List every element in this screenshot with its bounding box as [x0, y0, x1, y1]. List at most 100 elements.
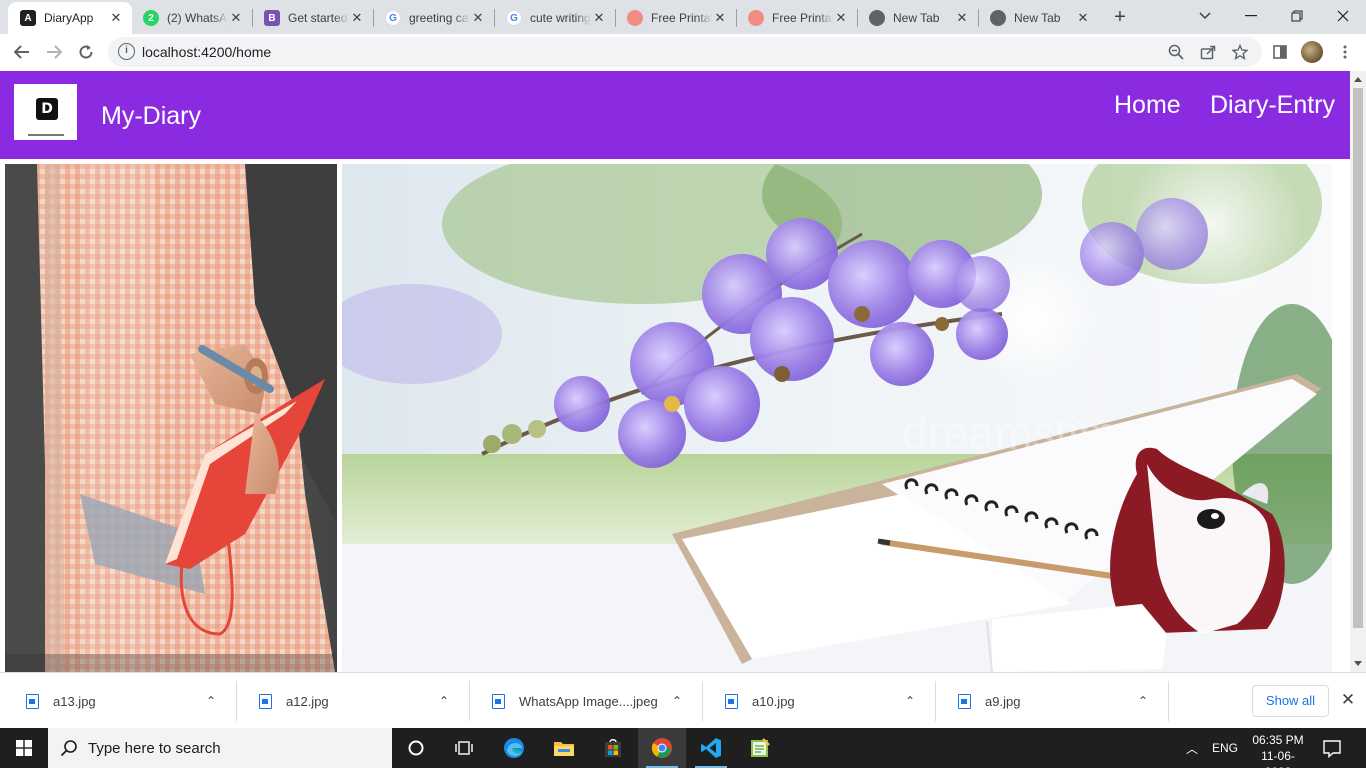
close-icon[interactable]: ✕: [1075, 10, 1091, 26]
reload-icon: [79, 45, 93, 59]
download-item[interactable]: a10.jpg ⌃: [703, 673, 936, 729]
bookmark-star-icon[interactable]: [1230, 42, 1250, 62]
google-icon: G: [506, 10, 522, 26]
input-language[interactable]: ENG: [1212, 741, 1238, 755]
taskbar-notepad-app[interactable]: [736, 728, 784, 768]
page-scrollbar[interactable]: [1350, 71, 1366, 672]
app-logo[interactable]: D: [14, 84, 77, 140]
tab-free-printable-2[interactable]: Free Printable ✕: [736, 2, 857, 34]
tab-get-started[interactable]: B Get started ✕: [252, 2, 373, 34]
restore-icon: [1291, 10, 1303, 22]
chevron-up-icon[interactable]: ⌃: [1133, 694, 1153, 708]
whatsapp-icon: 2: [143, 10, 159, 26]
start-button[interactable]: [0, 728, 48, 768]
chevron-up-icon[interactable]: ︿: [1186, 740, 1198, 757]
download-item[interactable]: WhatsApp Image....jpeg ⌃: [470, 673, 703, 729]
browser-tab-strip: A DiaryApp ✕ 2 (2) WhatsApp ✕ B Get star…: [0, 0, 1366, 34]
close-icon[interactable]: ✕: [954, 10, 970, 26]
image-file-icon: [492, 693, 505, 709]
tab-free-printable-1[interactable]: Free Printable ✕: [615, 2, 736, 34]
scroll-up-arrow-icon[interactable]: [1354, 77, 1362, 82]
taskbar-store[interactable]: [589, 728, 637, 768]
chevron-up-icon[interactable]: ⌃: [900, 694, 920, 708]
tab-cute-writing[interactable]: G cute writing ✕: [494, 2, 615, 34]
tab-diaryapp[interactable]: A DiaryApp ✕: [8, 2, 132, 34]
download-shelf: a13.jpg ⌃ a12.jpg ⌃ WhatsApp Image....jp…: [0, 672, 1366, 728]
taskbar-chrome[interactable]: [638, 728, 686, 768]
forward-button[interactable]: [40, 38, 68, 66]
close-icon[interactable]: ✕: [228, 10, 244, 26]
download-item[interactable]: a9.jpg ⌃: [936, 673, 1169, 729]
taskbar-edge[interactable]: [490, 728, 538, 768]
close-icon[interactable]: ✕: [108, 10, 124, 26]
close-icon[interactable]: ✕: [833, 10, 849, 26]
chevron-up-icon[interactable]: ⌃: [667, 694, 687, 708]
side-panel-icon: [1273, 45, 1287, 59]
arrow-right-icon: [47, 45, 62, 59]
tab-greeting-cards[interactable]: G greeting cards ✕: [373, 2, 494, 34]
new-tab-button[interactable]: +: [1108, 5, 1132, 29]
task-view-icon: [455, 741, 473, 755]
show-all-downloads-button[interactable]: Show all: [1252, 685, 1329, 717]
chrome-icon: [990, 10, 1006, 26]
nav-diary-entry-link[interactable]: Diary-Entry: [1210, 91, 1335, 120]
browser-toolbar: i localhost:4200/home: [0, 34, 1366, 71]
nav-home-link[interactable]: Home: [1114, 91, 1181, 120]
close-icon[interactable]: ✕: [349, 10, 365, 26]
zoom-icon[interactable]: [1166, 42, 1186, 62]
share-icon[interactable]: [1198, 42, 1218, 62]
download-separator: [1168, 681, 1169, 721]
restore-button[interactable]: [1274, 0, 1320, 32]
arrow-left-icon: [14, 45, 29, 59]
cortana-button[interactable]: [392, 728, 440, 768]
close-icon: [1337, 10, 1349, 22]
minimize-button[interactable]: [1228, 0, 1274, 32]
close-icon[interactable]: ✕: [712, 10, 728, 26]
tab-new-tab-1[interactable]: New Tab ✕: [857, 2, 978, 34]
scroll-thumb[interactable]: [1353, 88, 1363, 628]
tab-title: DiaryApp: [44, 11, 94, 25]
download-item[interactable]: a13.jpg ⌃: [4, 673, 237, 729]
close-icon[interactable]: ✕: [591, 10, 607, 26]
notepad-icon: [751, 738, 770, 757]
taskbar-vscode[interactable]: [687, 728, 735, 768]
tab-search-button[interactable]: [1182, 0, 1228, 32]
notification-center-icon[interactable]: [1322, 738, 1342, 758]
scroll-down-arrow-icon[interactable]: [1354, 661, 1362, 666]
download-item[interactable]: a12.jpg ⌃: [237, 673, 470, 729]
url-text[interactable]: localhost:4200/home: [142, 44, 271, 60]
chrome-icon: [869, 10, 885, 26]
task-view-button[interactable]: [440, 728, 488, 768]
watermark-logo: dreamstime: [902, 407, 1142, 459]
info-icon[interactable]: i: [118, 43, 135, 60]
hero-image-writing: [5, 164, 337, 672]
chrome-icon: [651, 738, 672, 758]
angular-icon: A: [20, 10, 36, 26]
download-filename: a10.jpg: [752, 693, 795, 709]
chevron-up-icon[interactable]: ⌃: [201, 694, 221, 708]
clock-date: 11-06-2023: [1261, 749, 1295, 779]
tab-new-tab-2[interactable]: New Tab ✕: [978, 2, 1099, 34]
back-button[interactable]: [8, 38, 36, 66]
tab-whatsapp[interactable]: 2 (2) WhatsApp ✕: [131, 2, 252, 34]
chevron-up-icon[interactable]: ⌃: [434, 694, 454, 708]
brand-title[interactable]: My-Diary: [101, 102, 201, 131]
profile-avatar[interactable]: [1301, 41, 1323, 63]
menu-button[interactable]: [1333, 40, 1357, 64]
close-window-button[interactable]: [1320, 0, 1366, 32]
system-clock[interactable]: 06:35 PM 11-06-2023: [1250, 732, 1306, 780]
download-filename: a13.jpg: [53, 693, 96, 709]
reload-button[interactable]: [72, 38, 100, 66]
taskbar-file-explorer[interactable]: [540, 728, 588, 768]
side-panel-button[interactable]: [1268, 40, 1292, 64]
tab-title: cute writing: [530, 11, 591, 25]
address-bar[interactable]: i localhost:4200/home: [108, 37, 1262, 67]
taskbar-search-box[interactable]: Type here to search: [48, 728, 392, 768]
close-icon[interactable]: ✕: [470, 10, 486, 26]
google-icon: G: [385, 10, 401, 26]
logo-letter: D: [36, 98, 58, 120]
close-download-shelf-icon[interactable]: ✕: [1337, 689, 1359, 711]
image-file-icon: [958, 693, 971, 709]
more-vertical-icon: [1343, 45, 1347, 59]
download-filename: a12.jpg: [286, 693, 329, 709]
